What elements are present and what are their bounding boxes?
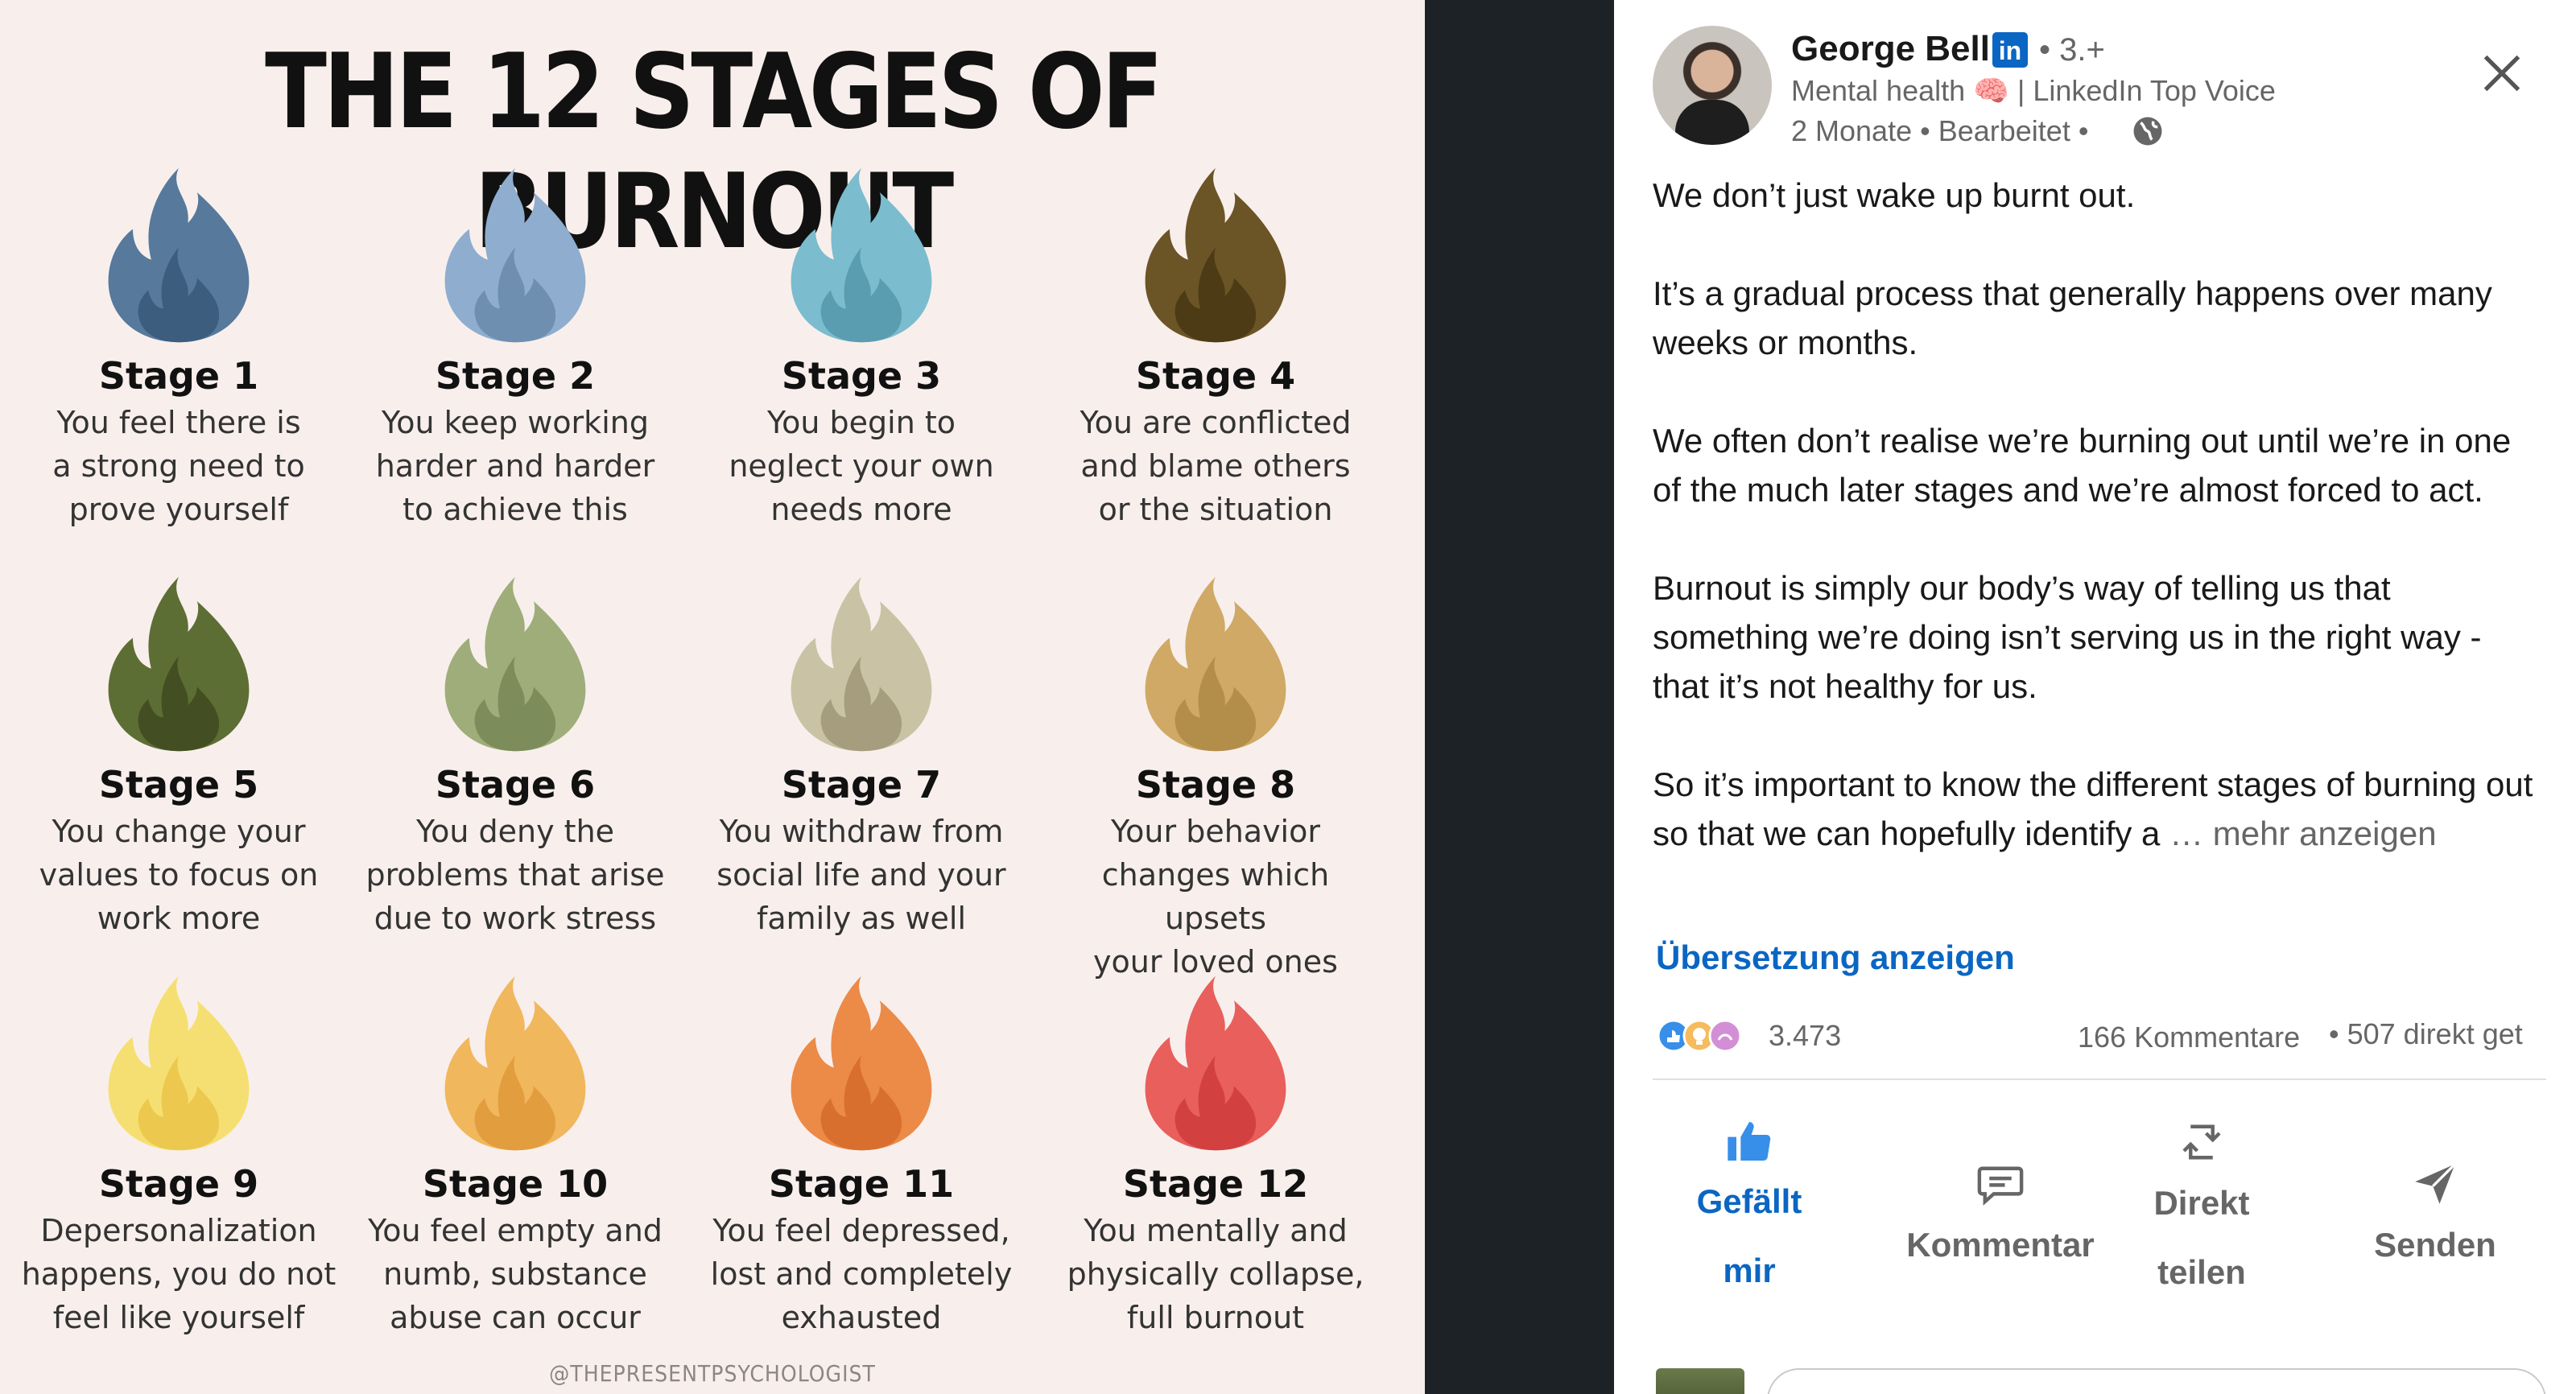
thumbs-up-icon	[1728, 1122, 1771, 1161]
globe-icon	[2133, 117, 2162, 146]
post-paragraph: We often don’t realise we’re burning out…	[1653, 422, 2512, 509]
stage-description: You keep working harder and harder to ac…	[375, 405, 655, 527]
post-panel: George Bell in • 3.+ Mental health 🧠 | L…	[1614, 0, 2576, 1394]
flame-icon	[1145, 576, 1286, 752]
burnout-infographic: THE 12 STAGES OF BURNOUT Stage 1 You feel…	[0, 0, 1425, 1394]
infographic-credit: @THEPRESENTPSYCHOLOGIST	[549, 1360, 876, 1387]
send-button[interactable]: Senden	[2339, 1157, 2532, 1280]
linkedin-icon: in	[1992, 32, 2028, 68]
headline-suffix: | LinkedIn Top Voice	[2017, 74, 2276, 107]
repost-label: Direkt teilen	[2153, 1184, 2250, 1291]
stage-description: You deny the problems that arise due to …	[365, 814, 665, 936]
stage-title: Stage 11	[768, 1162, 955, 1206]
flame-icon	[108, 975, 250, 1151]
post-body: We don’t just wake up burnt out. It’s a …	[1653, 171, 2546, 858]
comment-count[interactable]: 166 Kommentare	[2078, 1021, 2300, 1054]
post-paragraph: So it’s important to know the different …	[1653, 760, 2546, 858]
connection-degree: • 3.+	[2039, 32, 2105, 68]
flame-icon	[444, 975, 586, 1151]
stage-description: You change your values to focus on work …	[39, 814, 319, 936]
post-paragraph: It’s a gradual process that generally ha…	[1653, 274, 2492, 361]
stage-title: Stage 7	[781, 763, 942, 806]
stage-title: Stage 9	[98, 1162, 259, 1206]
comment-icon	[1977, 1166, 2024, 1206]
like-button[interactable]: Gefällt mir	[1653, 1116, 1846, 1305]
send-label: Senden	[2374, 1226, 2496, 1264]
flame-icon	[791, 975, 932, 1151]
translate-link[interactable]: Übersetzung anzeigen	[1656, 938, 2015, 977]
brain-emoji-icon: 🧠	[1973, 74, 2009, 107]
headline-text: Mental health	[1791, 74, 1966, 107]
stage-card: Stage 11 You feel depressed, lost and com…	[692, 969, 1030, 1339]
post-paragraph: Burnout is simply our body’s way of tell…	[1653, 569, 2482, 705]
post-meta: 2 Monate • Bearbeitet •	[1791, 114, 2089, 147]
send-icon	[2415, 1163, 2456, 1204]
comment-button[interactable]: Kommentar	[1880, 1157, 2121, 1280]
stage-card: Stage 2 You keep working harder and harde…	[346, 161, 684, 531]
stage-card: Stage 6 You deny the problems that arise …	[346, 570, 684, 940]
reaction-count[interactable]: 3.473	[1769, 1019, 1841, 1053]
stage-title: Stage 12	[1122, 1162, 1309, 1206]
flame-icon	[108, 167, 250, 343]
stage-card: Stage 5 You change your values to focus o…	[10, 570, 348, 940]
flame-icon	[1145, 167, 1286, 343]
stage-description: You feel there is a strong need to prove…	[52, 405, 305, 527]
flame-icon	[1145, 975, 1286, 1151]
flame-icon	[444, 576, 586, 752]
stage-title: Stage 6	[435, 763, 596, 806]
author-avatar[interactable]	[1653, 26, 1772, 145]
stage-card: Stage 10 You feel empty and numb, substan…	[346, 969, 684, 1339]
stage-title: Stage 3	[781, 354, 942, 398]
close-icon[interactable]	[2474, 45, 2530, 101]
stage-card: Stage 12 You mentally and physically coll…	[1046, 969, 1385, 1339]
stage-description: You feel empty and numb, substance abuse…	[368, 1213, 663, 1335]
share-count[interactable]: • 507 direkt get	[2329, 1017, 2523, 1051]
comment-input[interactable]	[1767, 1368, 2546, 1394]
modal-backdrop	[1425, 0, 1614, 1394]
stage-description: Depersonalization happens, you do not fe…	[21, 1213, 336, 1335]
show-more-link[interactable]: … mehr anzeigen	[2169, 815, 2437, 852]
flame-icon	[444, 167, 586, 343]
divider	[1653, 1078, 2546, 1080]
like-label: Gefällt mir	[1696, 1182, 1802, 1289]
author-headline: Mental health 🧠 | LinkedIn Top Voice	[1791, 74, 2276, 108]
repost-icon	[2182, 1124, 2221, 1160]
stage-card: Stage 3 You begin to neglect your own nee…	[692, 161, 1030, 531]
stage-description: You feel depressed, lost and completely …	[710, 1213, 1013, 1335]
author-name[interactable]: George Bell	[1791, 29, 1990, 69]
stage-card: Stage 4 You are conflicted and blame othe…	[1046, 161, 1385, 531]
flame-icon	[791, 576, 932, 752]
repost-button[interactable]: Direkt teilen	[2129, 1116, 2274, 1307]
stage-description: You are conflicted and blame others or t…	[1080, 405, 1352, 527]
stage-title: Stage 5	[98, 763, 259, 806]
current-user-avatar	[1656, 1368, 1744, 1394]
stage-title: Stage 8	[1135, 763, 1296, 806]
post-paragraph: We don’t just wake up burnt out.	[1653, 176, 2136, 214]
stage-description: You mentally and physically collapse, fu…	[1067, 1213, 1364, 1335]
flame-icon	[791, 167, 932, 343]
stage-description: Your behavior changes which upsets your …	[1093, 814, 1338, 980]
stage-card: Stage 8 Your behavior changes which upset…	[1046, 570, 1385, 984]
reaction-icons[interactable]	[1656, 1016, 1752, 1056]
flame-icon	[108, 576, 250, 752]
stage-card: Stage 7 You withdraw from social life and…	[692, 570, 1030, 940]
stage-card: Stage 9 Depersonalization happens, you do…	[10, 969, 348, 1339]
stage-title: Stage 10	[422, 1162, 609, 1206]
stage-title: Stage 1	[98, 354, 259, 398]
stage-title: Stage 2	[435, 354, 596, 398]
stage-card: Stage 1 You feel there is a strong need t…	[10, 161, 348, 531]
stage-description: You begin to neglect your own needs more	[729, 405, 994, 527]
stage-title: Stage 4	[1135, 354, 1296, 398]
stage-description: You withdraw from social life and your f…	[716, 814, 1006, 936]
comment-label: Kommentar	[1906, 1226, 2095, 1264]
